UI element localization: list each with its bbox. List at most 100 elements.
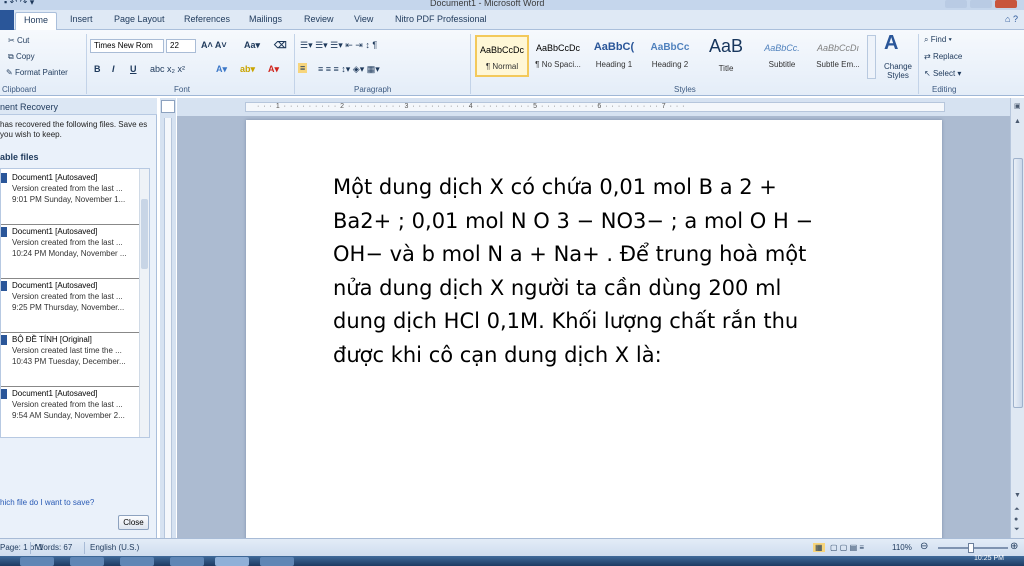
bold-icon[interactable]: B bbox=[94, 64, 101, 74]
browse-object-icon[interactable]: ● bbox=[1014, 516, 1018, 523]
window-title: Document1 - Microsoft Word bbox=[430, 0, 545, 8]
style-heading-2[interactable]: AaBbCc Heading 2 bbox=[643, 35, 697, 77]
scroll-up-arrow-icon[interactable]: ▲ bbox=[1014, 118, 1021, 125]
style-heading-1[interactable]: AaBbC( Heading 1 bbox=[587, 35, 641, 77]
change-styles-button[interactable]: Change Styles bbox=[880, 62, 916, 80]
tab-review[interactable]: Review bbox=[304, 14, 334, 24]
word-document-icon bbox=[1, 173, 7, 183]
recovery-pane-header: nent Recovery bbox=[0, 98, 157, 115]
style-sample: AaB bbox=[708, 36, 744, 56]
grow-font-icon[interactable]: A˄ A˅ bbox=[201, 40, 227, 50]
ribbon-tabs: Home Insert Page Layout References Maili… bbox=[0, 10, 1024, 30]
zoom-out-icon[interactable]: ⊖ bbox=[920, 541, 928, 552]
previous-page-icon[interactable]: ⏶ bbox=[1014, 506, 1020, 514]
tab-home[interactable]: Home bbox=[15, 12, 58, 30]
format-painter-button[interactable]: ✎ Format Painter bbox=[6, 68, 68, 77]
taskbar-app-button[interactable] bbox=[170, 557, 204, 566]
document-body[interactable]: Một dung dịch X có chứa 0,01 mol B a 2 +… bbox=[333, 171, 853, 372]
style-sample: AaBbCcDı bbox=[816, 43, 860, 53]
document-page[interactable]: Một dung dịch X có chứa 0,01 mol B a 2 +… bbox=[246, 120, 942, 550]
copy-button[interactable]: ⧉ Copy bbox=[8, 52, 35, 62]
font-group-label: Font bbox=[174, 85, 191, 94]
taskbar-app-button[interactable] bbox=[120, 557, 154, 566]
tab-references[interactable]: References bbox=[184, 14, 230, 24]
underline-icon[interactable]: U bbox=[130, 64, 137, 74]
print-layout-view-icon[interactable]: ▦ bbox=[813, 543, 825, 552]
zoom-level[interactable]: 110% bbox=[892, 543, 912, 552]
taskbar-word-button[interactable] bbox=[215, 557, 249, 566]
tab-mailings[interactable]: Mailings bbox=[249, 14, 282, 24]
recovered-file-item[interactable]: Document1 [Autosaved] Version created fr… bbox=[1, 387, 139, 437]
ruler-toggle-icon[interactable]: ▣ bbox=[1014, 102, 1021, 110]
font-size-box[interactable]: 22 bbox=[166, 39, 196, 53]
font-name-box[interactable]: Times New Rom bbox=[90, 39, 164, 53]
zoom-in-icon[interactable]: ⊕ bbox=[1010, 541, 1018, 552]
find-label: Find bbox=[930, 35, 947, 44]
help-icon[interactable]: ⌂ ? bbox=[1005, 14, 1018, 24]
next-page-icon[interactable]: ⏷ bbox=[1014, 526, 1020, 534]
view-buttons-icon[interactable]: ▢ ▢ ▤ ≡ bbox=[830, 543, 864, 552]
zoom-slider-knob[interactable] bbox=[968, 543, 974, 553]
file-name: Document1 [Autosaved] bbox=[12, 173, 98, 182]
tab-insert[interactable]: Insert bbox=[70, 14, 93, 24]
styles-gallery-scroll[interactable] bbox=[867, 35, 876, 79]
replace-button[interactable]: ⇄ Replace bbox=[924, 52, 962, 61]
clear-format-icon[interactable]: ⌫ bbox=[274, 40, 287, 51]
recovered-file-item[interactable]: Document1 [Autosaved] Version created fr… bbox=[1, 279, 139, 333]
vertical-scrollbar[interactable]: ▣ ▲ ▼ ⏶ ● ⏷ bbox=[1010, 98, 1024, 538]
paragraph-group-label: Paragraph bbox=[354, 85, 392, 94]
recovered-file-item[interactable]: Document1 [Autosaved] Version created fr… bbox=[1, 225, 139, 279]
word-count[interactable]: Words: 67 bbox=[36, 543, 72, 552]
tab-page-layout[interactable]: Page Layout bbox=[114, 14, 165, 24]
cut-button[interactable]: ✂ Cut bbox=[8, 36, 29, 45]
font-color-icon[interactable]: A▾ bbox=[268, 64, 279, 75]
recovered-file-item[interactable]: BỘ ĐỀ TÍNH [Original] Version created la… bbox=[1, 333, 139, 387]
tab-nitro-pdf[interactable]: Nitro PDF Professional bbox=[395, 14, 487, 24]
find-button[interactable]: ⌕ Find ▾ bbox=[924, 35, 952, 45]
recovery-list-scrollbar[interactable] bbox=[139, 169, 149, 437]
file-description: Version created from the last ... bbox=[12, 184, 123, 193]
text-effects-icon[interactable]: A▾ bbox=[216, 64, 227, 75]
style-subtle-emphasis[interactable]: AaBbCcDı Subtle Em... bbox=[811, 35, 865, 77]
italic-icon[interactable]: I bbox=[112, 64, 115, 74]
change-styles-icon[interactable]: A bbox=[884, 32, 898, 55]
word-document-icon bbox=[1, 389, 7, 399]
style-title[interactable]: AaB Title bbox=[699, 35, 753, 77]
taskbar-app-button[interactable] bbox=[260, 557, 294, 566]
strikethrough-icon[interactable]: abc x₂ x² bbox=[150, 64, 185, 74]
scrollbar-thumb[interactable] bbox=[141, 199, 148, 269]
scroll-down-arrow-icon[interactable]: ▼ bbox=[1014, 492, 1021, 499]
style-normal[interactable]: AaBbCcDc ¶ Normal bbox=[475, 35, 529, 77]
horizontal-ruler: · · · 1 · · · · · · · · · 2 · · · · · · … bbox=[177, 98, 1010, 116]
style-name: Subtle Em... bbox=[816, 60, 860, 69]
align-left-icon[interactable]: ≡ bbox=[298, 63, 308, 73]
change-case-icon[interactable]: Aa▾ bbox=[244, 40, 260, 51]
file-time: 9:01 PM Sunday, November 1... bbox=[12, 195, 126, 204]
style-subtitle[interactable]: AaBbCc. Subtitle bbox=[755, 35, 809, 77]
select-button[interactable]: ↖ Select ▾ bbox=[924, 69, 961, 78]
scrollbar-thumb[interactable] bbox=[1013, 158, 1023, 408]
recovered-file-item[interactable]: Document1 [Autosaved] Version created fr… bbox=[1, 171, 139, 225]
tab-view[interactable]: View bbox=[354, 14, 373, 24]
align-center-icon[interactable]: ≡ ≡ ≡ ↕▾ ◈▾ ▦▾ bbox=[318, 64, 380, 75]
close-recovery-button[interactable]: Close bbox=[118, 515, 149, 530]
which-file-help-link[interactable]: hich file do I want to save? bbox=[0, 498, 94, 507]
quick-access-toolbar[interactable]: ▪ ↶ ↷ ▾ bbox=[4, 0, 34, 8]
style-no-spacing[interactable]: AaBbCcDc ¶ No Spaci... bbox=[531, 35, 585, 77]
taskbar-app-button[interactable] bbox=[70, 557, 104, 566]
title-bar: ▪ ↶ ↷ ▾ Document1 - Microsoft Word bbox=[0, 0, 1024, 10]
minimize-button[interactable] bbox=[945, 0, 967, 8]
tab-selector[interactable] bbox=[161, 100, 175, 113]
style-name: Title bbox=[718, 64, 734, 73]
maximize-button[interactable] bbox=[970, 0, 992, 8]
bullets-icon[interactable]: ☰▾ ☰▾ ☰▾ ⇤ ⇥ ↕ ¶ bbox=[300, 40, 377, 51]
language-indicator[interactable]: English (U.S.) bbox=[90, 543, 139, 552]
divider bbox=[470, 34, 471, 94]
document-line: Một dung dịch X có chứa 0,01 mol B a 2 + bbox=[333, 175, 777, 199]
divider bbox=[86, 34, 87, 94]
highlight-icon[interactable]: ab▾ bbox=[240, 64, 255, 75]
file-tab[interactable] bbox=[0, 10, 14, 30]
taskbar-app-button[interactable] bbox=[20, 557, 54, 566]
editing-group-label: Editing bbox=[932, 85, 957, 94]
close-window-button[interactable] bbox=[995, 0, 1017, 8]
